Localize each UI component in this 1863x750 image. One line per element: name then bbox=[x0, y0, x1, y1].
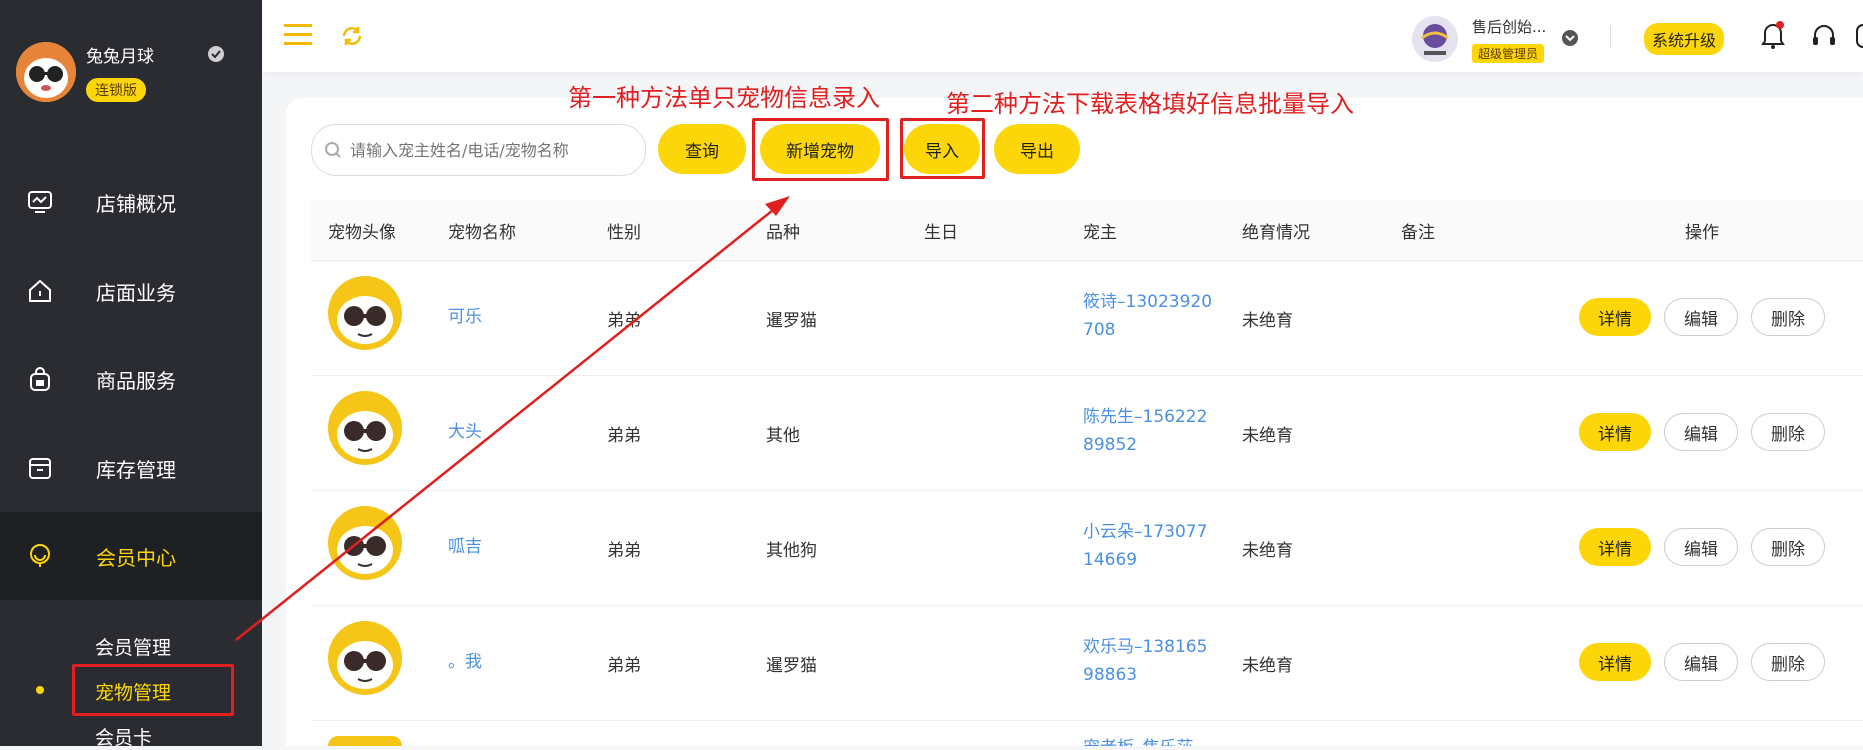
owner-line1: 小云朵–173077 bbox=[1083, 522, 1208, 542]
search-box[interactable] bbox=[311, 124, 646, 176]
sub-member-manage[interactable]: 会员管理 bbox=[95, 633, 171, 660]
nav-store-overview[interactable]: 店铺概况 bbox=[0, 172, 262, 232]
neuter-cell: 未绝育 bbox=[1242, 426, 1293, 446]
annotation-box-pet-manage bbox=[72, 664, 234, 716]
pet-name-link[interactable]: 大头 bbox=[448, 418, 482, 446]
owner-link[interactable]: 小云朵–173077 14669 bbox=[1083, 518, 1207, 574]
annotation-method-one: 第一种方法单只宠物信息录入 bbox=[568, 84, 880, 112]
store-name: 兔兔月球 bbox=[86, 47, 154, 67]
query-button[interactable]: 查询 bbox=[658, 124, 746, 174]
delete-button[interactable]: 删除 bbox=[1751, 413, 1825, 451]
chevron-down-icon[interactable] bbox=[1562, 30, 1578, 46]
breed-cell: 其他 bbox=[766, 426, 800, 446]
pet-avatar bbox=[328, 506, 402, 580]
bag-icon bbox=[26, 365, 54, 393]
col-pet-name: 宠物名称 bbox=[448, 223, 516, 243]
search-icon bbox=[324, 141, 342, 159]
owner-line1: 陈先生–156222 bbox=[1083, 407, 1208, 427]
pet-name-link[interactable]: 可乐 bbox=[448, 303, 482, 331]
pet-name-link[interactable]: 呱吉 bbox=[448, 533, 482, 561]
col-remark: 备注 bbox=[1401, 223, 1435, 243]
detail-button[interactable]: 详情 bbox=[1579, 298, 1651, 336]
edit-button[interactable]: 编辑 bbox=[1664, 298, 1738, 336]
headset-icon[interactable] bbox=[1810, 22, 1838, 54]
gender-cell: 弟弟 bbox=[607, 541, 641, 561]
nav-goods-services[interactable]: 商品服务 bbox=[0, 349, 262, 409]
monitor-icon bbox=[26, 188, 54, 216]
system-upgrade-button[interactable]: 系统升级 bbox=[1644, 23, 1725, 55]
owner-line1: 欢乐马–138165 bbox=[1083, 637, 1208, 657]
nav-label: 店面业务 bbox=[96, 280, 176, 305]
owner-link[interactable]: 筱诗–13023920 708 bbox=[1083, 288, 1212, 344]
member-icon bbox=[26, 542, 54, 570]
house-icon bbox=[26, 277, 54, 305]
neuter-cell: 未绝育 bbox=[1242, 311, 1293, 331]
nav-label: 店铺概况 bbox=[96, 191, 176, 216]
export-button[interactable]: 导出 bbox=[994, 124, 1080, 174]
neuter-cell: 未绝育 bbox=[1242, 656, 1293, 676]
owner-line2: 14669 bbox=[1083, 550, 1138, 570]
col-avatar: 宠物头像 bbox=[328, 223, 396, 243]
more-icon[interactable] bbox=[1856, 24, 1863, 48]
col-owner: 宠主 bbox=[1083, 223, 1117, 243]
edit-button[interactable]: 编辑 bbox=[1664, 643, 1738, 681]
breed-cell: 其他狗 bbox=[766, 541, 817, 561]
detail-button[interactable]: 详情 bbox=[1579, 528, 1651, 566]
menu-icon[interactable] bbox=[284, 24, 312, 50]
owner-link[interactable]: 欢乐马–138165 98863 bbox=[1083, 633, 1207, 689]
active-dot bbox=[36, 686, 44, 694]
annotation-method-two: 第二种方法下载表格填好信息批量导入 bbox=[946, 90, 1354, 118]
store-switch-icon[interactable] bbox=[208, 46, 224, 62]
store-avatar[interactable] bbox=[16, 42, 76, 102]
owner-link[interactable]: 宠老板–焦乐莎 bbox=[1083, 734, 1194, 746]
col-neuter: 绝育情况 bbox=[1242, 223, 1310, 243]
edition-badge: 连锁版 bbox=[86, 78, 146, 102]
pet-name-link[interactable]: 。我 bbox=[448, 648, 482, 676]
delete-button[interactable]: 删除 bbox=[1751, 643, 1825, 681]
breed-cell: 暹罗猫 bbox=[766, 656, 817, 676]
bell-icon[interactable] bbox=[1760, 20, 1786, 54]
delete-button[interactable]: 删除 bbox=[1751, 298, 1825, 336]
nav-inventory[interactable]: 库存管理 bbox=[0, 438, 262, 498]
nav-store-business[interactable]: 店面业务 bbox=[0, 261, 262, 321]
search-input[interactable] bbox=[348, 139, 622, 161]
col-actions: 操作 bbox=[1685, 223, 1719, 243]
pet-avatar bbox=[328, 621, 402, 695]
user-role-badge: 超级管理员 bbox=[1472, 44, 1545, 63]
edit-button[interactable]: 编辑 bbox=[1664, 413, 1738, 451]
owner-link[interactable]: 陈先生–156222 89852 bbox=[1083, 403, 1207, 459]
pet-avatar bbox=[328, 391, 402, 465]
archive-icon bbox=[26, 454, 54, 482]
edit-button[interactable]: 编辑 bbox=[1664, 528, 1738, 566]
annotation-box-add bbox=[752, 118, 889, 181]
detail-button[interactable]: 详情 bbox=[1579, 643, 1651, 681]
divider bbox=[1610, 26, 1611, 48]
detail-button[interactable]: 详情 bbox=[1579, 413, 1651, 451]
gender-cell: 弟弟 bbox=[607, 426, 641, 446]
delete-button[interactable]: 删除 bbox=[1751, 528, 1825, 566]
neuter-cell: 未绝育 bbox=[1242, 541, 1293, 561]
pet-avatar bbox=[328, 736, 402, 746]
user-avatar[interactable] bbox=[1412, 16, 1458, 62]
col-birthday: 生日 bbox=[924, 223, 958, 243]
owner-line2: 89852 bbox=[1083, 435, 1138, 455]
nav-label: 商品服务 bbox=[96, 368, 176, 393]
pet-avatar bbox=[328, 276, 402, 350]
nav-label: 库存管理 bbox=[96, 457, 176, 482]
nav-label: 会员中心 bbox=[96, 545, 176, 570]
col-gender: 性别 bbox=[607, 223, 641, 243]
nav-member-center[interactable]: 会员中心 bbox=[0, 512, 262, 600]
breed-cell: 暹罗猫 bbox=[766, 311, 817, 331]
user-name: 售后创始... bbox=[1472, 18, 1547, 36]
col-breed: 品种 bbox=[766, 223, 800, 243]
annotation-box-import bbox=[900, 118, 985, 179]
refresh-icon[interactable] bbox=[340, 24, 364, 52]
gender-cell: 弟弟 bbox=[607, 311, 641, 331]
owner-line1: 筱诗–13023920 bbox=[1083, 292, 1213, 312]
top-bar bbox=[262, 0, 1863, 72]
owner-line2: 708 bbox=[1083, 320, 1116, 340]
gender-cell: 弟弟 bbox=[607, 656, 641, 676]
owner-line2: 98863 bbox=[1083, 665, 1138, 685]
